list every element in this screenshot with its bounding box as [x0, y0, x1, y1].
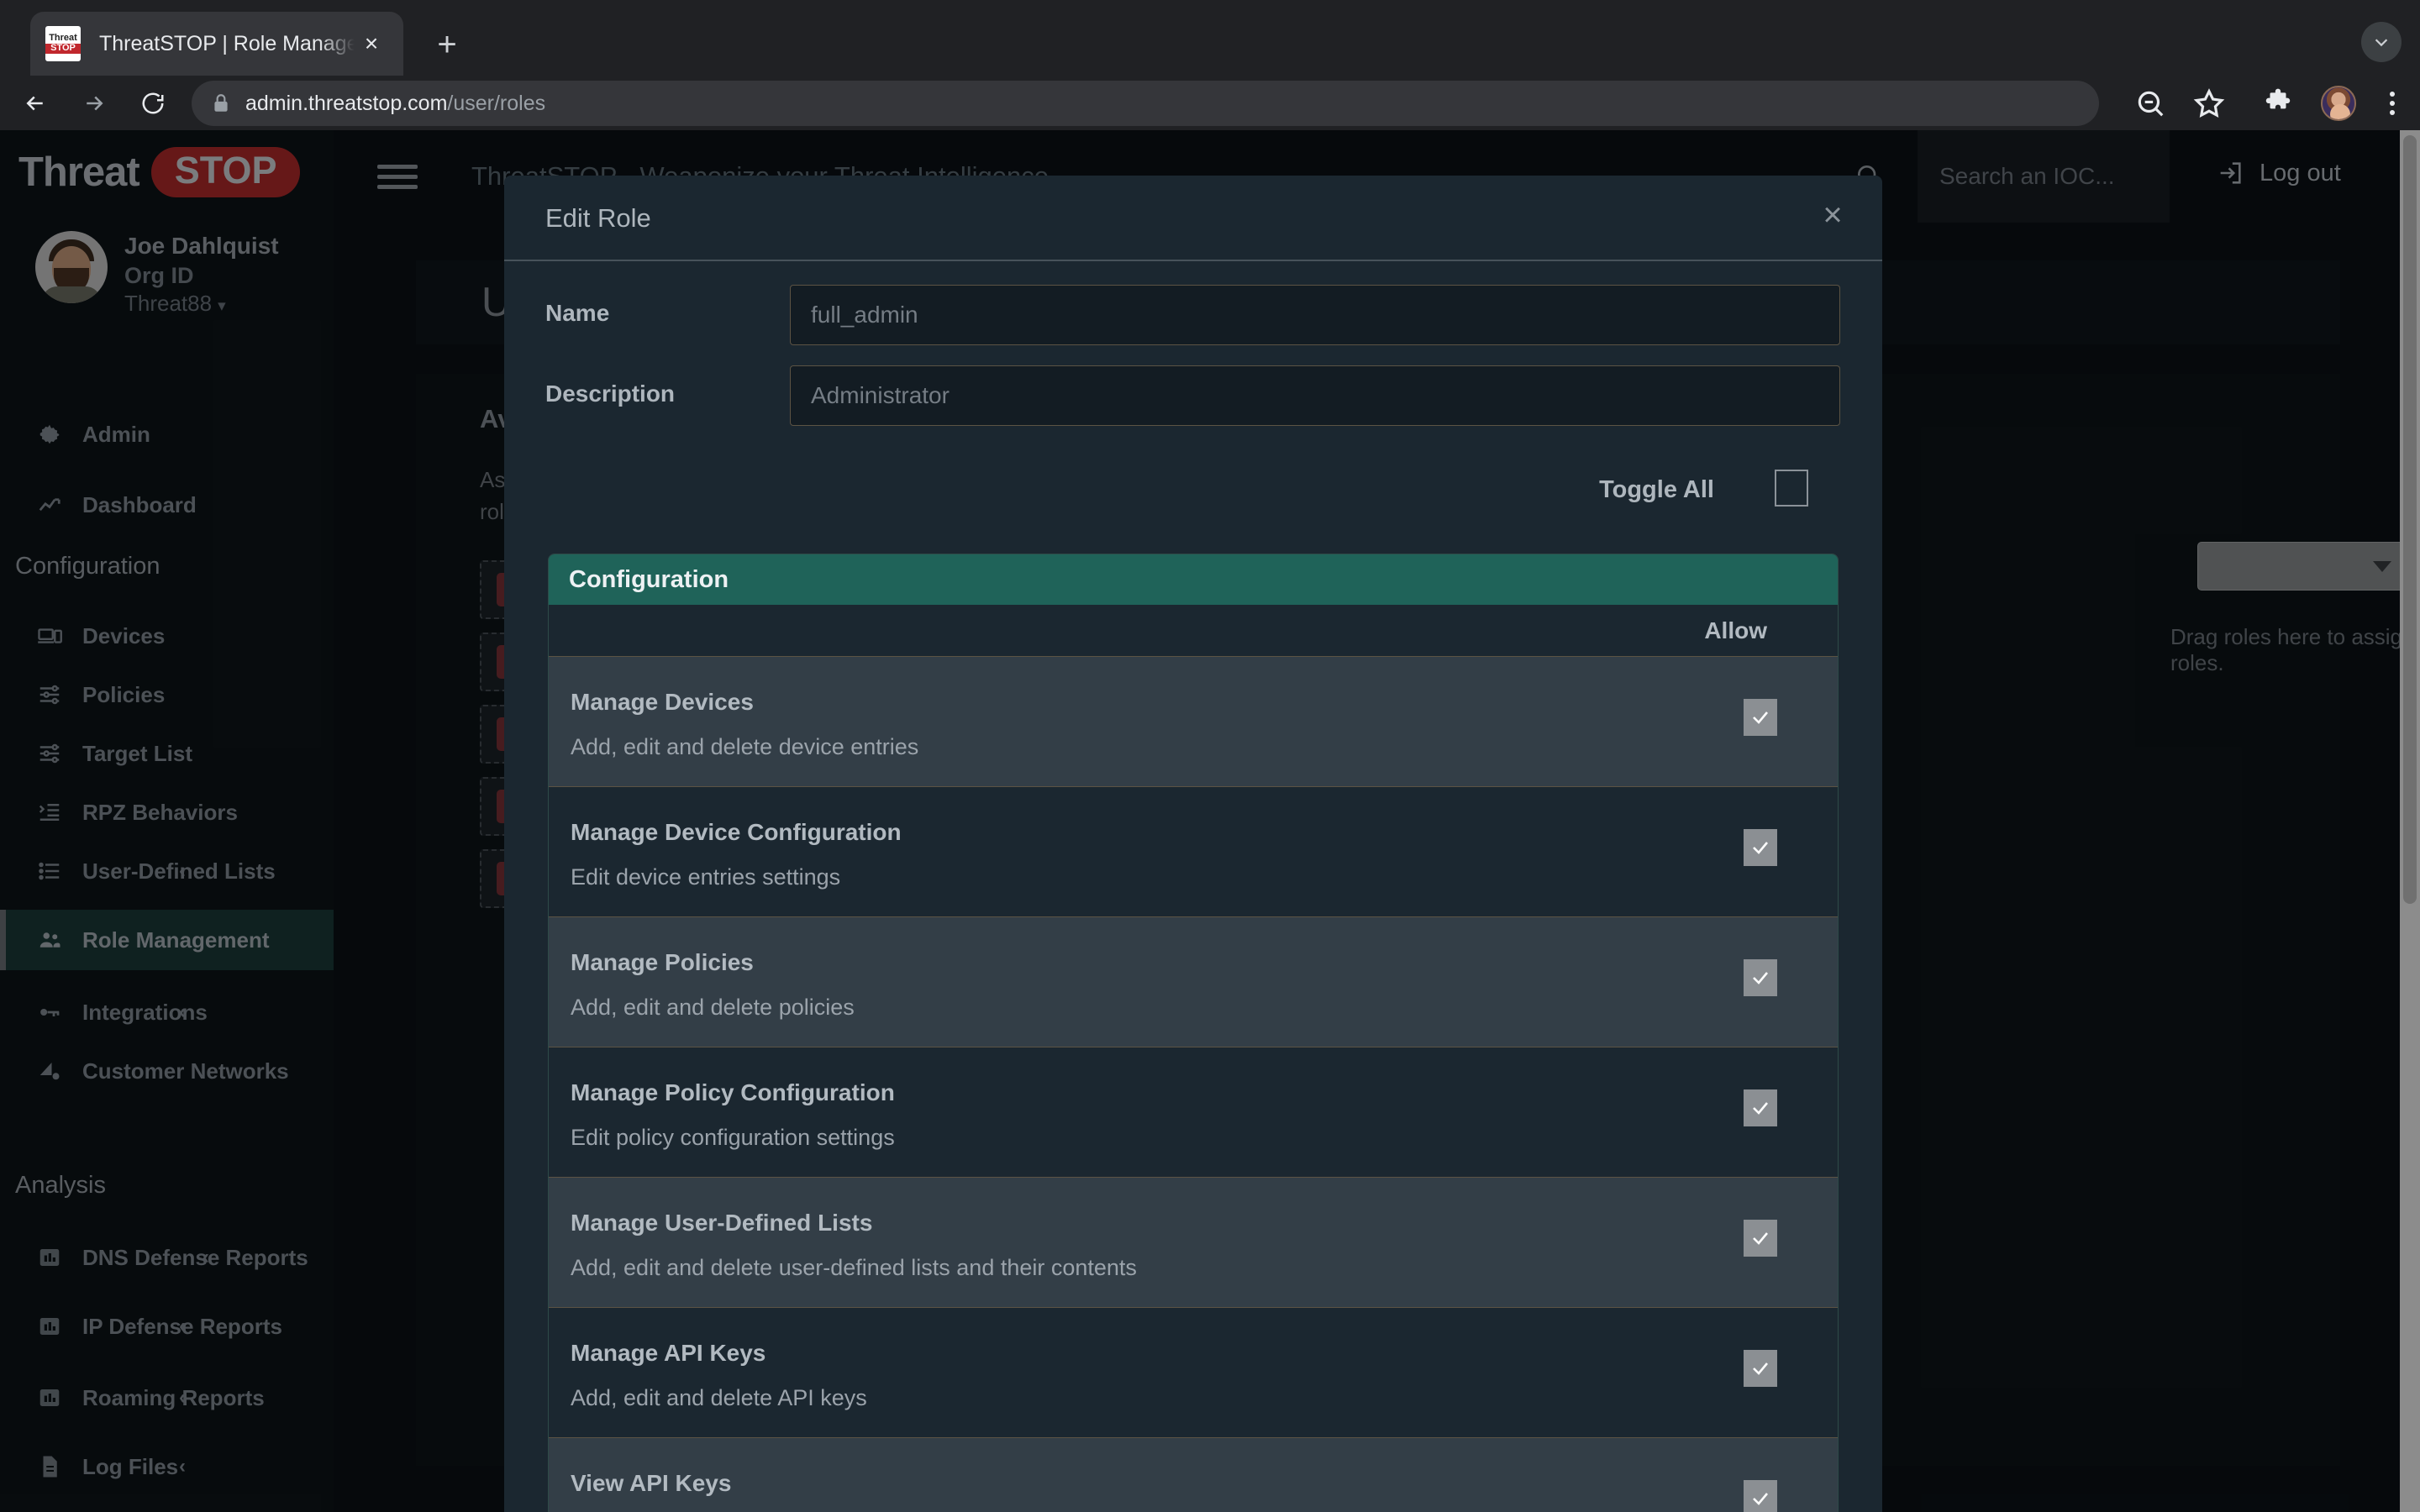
- table-row: Manage Policies Add, edit and delete pol…: [549, 917, 1838, 1047]
- name-label: Name: [545, 300, 610, 326]
- table-row: Manage Device Configuration Edit device …: [549, 787, 1838, 917]
- permission-name: Manage User-Defined Lists: [571, 1210, 873, 1236]
- url-text: admin.threatstop.com/user/roles: [245, 92, 545, 116]
- modal-header: Edit Role ×: [504, 176, 1882, 261]
- table-row: Manage API Keys Add, edit and delete API…: [549, 1308, 1838, 1438]
- allow-checkbox[interactable]: [1744, 1220, 1777, 1257]
- lock-icon: [210, 92, 232, 114]
- favicon-bottom-text: STOP: [45, 43, 81, 54]
- reload-icon[interactable]: [129, 80, 176, 127]
- close-icon[interactable]: ×: [355, 27, 388, 60]
- application-viewport: Threat STOP Joe Dahlquist Org ID Threat8…: [0, 130, 2420, 1512]
- permission-name: Manage Policy Configuration: [571, 1079, 895, 1105]
- allow-checkbox[interactable]: [1744, 699, 1777, 736]
- url-host: admin.threatstop.com: [245, 91, 448, 115]
- allow-checkbox[interactable]: [1744, 1089, 1777, 1126]
- address-bar[interactable]: admin.threatstop.com/user/roles: [192, 81, 2099, 126]
- edit-role-modal: Edit Role × Name full_admin Description …: [504, 176, 1882, 1512]
- name-field-row: Name full_admin: [504, 285, 1882, 347]
- name-input[interactable]: full_admin: [790, 285, 1840, 345]
- description-label: Description: [545, 381, 676, 407]
- permissions-table-header: Allow: [549, 605, 1838, 657]
- browser-profile-avatar[interactable]: [2321, 86, 2356, 121]
- allow-checkbox[interactable]: [1744, 959, 1777, 996]
- back-icon[interactable]: [12, 80, 59, 127]
- permission-description: Edit policy configuration settings: [571, 1125, 895, 1150]
- toggle-all-row: Toggle All: [504, 456, 1882, 533]
- permission-name: Manage Device Configuration: [571, 819, 902, 845]
- window-caret-icon[interactable]: [2361, 22, 2402, 62]
- permission-description: Add, edit and delete policies: [571, 995, 855, 1020]
- permission-group-title: Configuration: [549, 554, 1838, 605]
- browser-tab[interactable]: Threat STOP ThreatSTOP | Role Management…: [30, 12, 403, 76]
- permissions-panel: Configuration Allow Manage Devices Add, …: [548, 554, 1839, 1512]
- permission-description: Edit device entries settings: [571, 864, 841, 890]
- modal-title: Edit Role: [545, 203, 651, 233]
- description-field-row: Description Administrator: [504, 365, 1882, 428]
- zoom-out-icon[interactable]: [2134, 87, 2166, 119]
- new-tab-button[interactable]: +: [424, 22, 470, 67]
- permission-name: View API Keys: [571, 1470, 732, 1496]
- forward-icon[interactable]: [71, 80, 118, 127]
- table-row: Manage Devices Add, edit and delete devi…: [549, 657, 1838, 787]
- bookmark-star-icon[interactable]: [2193, 87, 2225, 119]
- table-row: View API Keys View API key tokens and se…: [549, 1438, 1838, 1512]
- permission-description: Add, edit and delete API keys: [571, 1385, 867, 1410]
- close-icon[interactable]: ×: [1813, 196, 1852, 234]
- tab-strip: Threat STOP ThreatSTOP | Role Management…: [0, 0, 2420, 76]
- threatstop-favicon-icon: Threat STOP: [45, 26, 81, 61]
- url-path: /user/roles: [447, 91, 546, 115]
- tab-title: ThreatSTOP | Role Management: [99, 31, 355, 55]
- description-input[interactable]: Administrator: [790, 365, 1840, 426]
- toggle-all-checkbox[interactable]: [1775, 470, 1808, 507]
- table-row: Manage Policy Configuration Edit policy …: [549, 1047, 1838, 1178]
- browser-chrome: Threat STOP ThreatSTOP | Role Management…: [0, 0, 2420, 130]
- allow-column-header: Allow: [1704, 617, 1767, 643]
- browser-toolbar: admin.threatstop.com/user/roles: [0, 76, 2420, 130]
- permission-description: Add, edit and delete device entries: [571, 734, 919, 759]
- allow-checkbox[interactable]: [1744, 1480, 1777, 1512]
- permission-description: Add, edit and delete user-defined lists …: [571, 1255, 1137, 1280]
- allow-checkbox[interactable]: [1744, 829, 1777, 866]
- permission-name: Manage API Keys: [571, 1340, 766, 1366]
- toggle-all-label: Toggle All: [1599, 476, 1714, 503]
- allow-checkbox[interactable]: [1744, 1350, 1777, 1387]
- permission-name: Manage Policies: [571, 949, 754, 975]
- table-row: Manage User-Defined Lists Add, edit and …: [549, 1178, 1838, 1308]
- permission-name: Manage Devices: [571, 689, 754, 715]
- chrome-menu-icon[interactable]: [2376, 87, 2408, 119]
- extensions-puzzle-icon[interactable]: [2262, 87, 2294, 119]
